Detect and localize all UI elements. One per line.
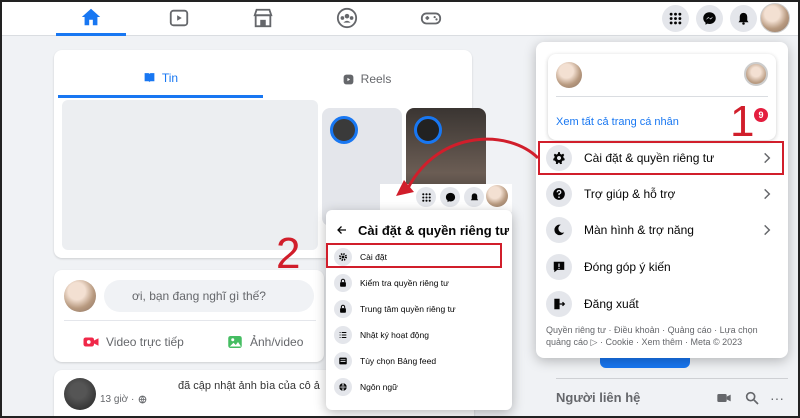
account-avatar-button[interactable]	[760, 3, 790, 33]
menu-item-help-support[interactable]: Trợ giúp & hỗ trợ	[540, 176, 784, 212]
highlight-box-step-1	[538, 141, 784, 175]
help-icon	[546, 181, 572, 207]
story-preview-area[interactable]	[62, 100, 318, 250]
photo-video-button[interactable]: Ảnh/video	[226, 328, 303, 356]
divider	[64, 320, 316, 321]
list-icon	[334, 326, 352, 344]
submenu-item-language[interactable]: Ngôn ngữ	[334, 375, 504, 399]
account-dropdown: Xem tất cả trang cá nhân 9 Cài đặt & quy…	[536, 42, 788, 358]
submenu-item-label: Ngôn ngữ	[360, 382, 398, 392]
logout-icon	[546, 291, 572, 317]
live-video-icon	[83, 337, 99, 347]
chevron-right-icon	[764, 224, 771, 236]
chevron-right-icon	[764, 188, 771, 200]
contacts-title: Người liên hệ	[556, 390, 641, 405]
post-time-label: 13 giờ ·	[100, 394, 135, 405]
notifications-button[interactable]	[730, 5, 757, 32]
globe-icon	[334, 378, 352, 396]
messenger-button[interactable]	[440, 187, 460, 207]
submenu-item-label: Tùy chọn Bảng feed	[360, 356, 437, 366]
submenu-item-activity-log[interactable]: Nhật ký hoạt động	[334, 323, 504, 347]
step-number-2: 2	[276, 229, 301, 278]
menu-item-feedback[interactable]: Đóng góp ý kiến	[540, 249, 784, 285]
feedback-icon	[546, 254, 572, 280]
nav-tab-video[interactable]	[144, 0, 214, 36]
groups-icon	[336, 7, 358, 29]
globe-icon	[139, 395, 147, 404]
story-avatar	[330, 116, 358, 144]
settings-privacy-submenu: Cài đặt & quyền riêng tư Cài đặt Kiểm tr…	[326, 210, 512, 410]
live-video-button[interactable]: Video trực tiếp	[82, 328, 184, 356]
submenu-item-feed-preferences[interactable]: Tùy chọn Bảng feed	[334, 349, 504, 373]
tab-reels-label: Reels	[360, 72, 392, 86]
marketplace-icon	[253, 8, 273, 28]
menu-item-label: Màn hình & trợ năng	[584, 223, 694, 237]
video-icon	[169, 9, 189, 27]
step-number-1: 1	[730, 97, 755, 146]
moon-icon	[546, 217, 572, 243]
lock-icon	[334, 274, 352, 292]
menu-button[interactable]	[416, 187, 436, 207]
notifications-icon	[470, 192, 478, 200]
gaming-icon	[420, 12, 442, 25]
messenger-icon	[703, 12, 716, 25]
nav-tab-gaming[interactable]	[396, 0, 466, 36]
tab-reels[interactable]: Reels	[264, 60, 469, 98]
menu-item-label: Đăng xuất	[584, 297, 639, 311]
post-text: đã cập nhật ảnh bìa của cô ả	[178, 380, 320, 392]
reels-icon	[343, 74, 354, 84]
nav-tab-home[interactable]	[56, 0, 126, 36]
lock-icon	[334, 300, 352, 318]
submenu-item-privacy-checkup[interactable]: Kiểm tra quyền riêng tư	[334, 271, 504, 295]
feed-icon	[334, 352, 352, 370]
back-arrow-icon[interactable]	[336, 224, 348, 236]
avatar	[556, 62, 582, 88]
home-icon	[81, 8, 101, 25]
tab-stories[interactable]: Tin	[58, 60, 263, 98]
footer-links[interactable]: Quyền riêng tư · Điều khoản · Quảng cáo …	[546, 324, 780, 348]
avatar	[64, 280, 96, 312]
menu-item-logout[interactable]: Đăng xuất	[540, 286, 784, 322]
messenger-button[interactable]	[696, 5, 723, 32]
menu-item-label: Trợ giúp & hỗ trợ	[584, 187, 676, 201]
story-avatar	[414, 116, 442, 144]
composer-input[interactable]: ơi, bạn đang nghĩ gì thế?	[104, 280, 314, 312]
tab-stories-label: Tin	[161, 70, 179, 85]
submenu-item-label: Kiểm tra quyền riêng tư	[360, 278, 449, 288]
see-all-profiles-link[interactable]: Xem tất cả trang cá nhân	[556, 116, 679, 128]
post-composer: ơi, bạn đang nghĩ gì thế? Video trực tiế…	[54, 270, 324, 362]
menu-item-label: Đóng góp ý kiến	[584, 260, 671, 274]
menu-item-display-accessibility[interactable]: Màn hình & trợ năng	[540, 212, 784, 248]
menu-grid-icon	[421, 192, 431, 202]
notifications-button[interactable]	[464, 187, 484, 207]
top-navigation-bar	[0, 0, 800, 36]
post-timestamp[interactable]: 13 giờ ·	[100, 394, 147, 405]
submenu-item-label: Trung tâm quyền riêng tư	[360, 304, 456, 314]
highlight-box-step-2	[326, 243, 502, 268]
submenu-title: Cài đặt & quyền riêng tư	[358, 222, 509, 238]
submenu-item-label: Nhật ký hoạt động	[360, 330, 429, 340]
nav-tab-marketplace[interactable]	[228, 0, 298, 36]
submenu-item-privacy-center[interactable]: Trung tâm quyền riêng tư	[334, 297, 504, 321]
menu-button[interactable]	[662, 5, 689, 32]
mini-top-bar	[380, 184, 512, 212]
avatar[interactable]	[64, 378, 96, 410]
submenu-header: Cài đặt & quyền riêng tư	[336, 218, 509, 242]
account-avatar-button[interactable]	[486, 185, 508, 207]
nav-tab-groups[interactable]	[312, 0, 382, 36]
switch-profile-icon[interactable]	[744, 62, 768, 86]
book-icon	[144, 73, 155, 83]
notifications-icon	[738, 12, 749, 25]
search-icon[interactable]	[744, 390, 760, 406]
messenger-icon	[445, 192, 455, 202]
divider	[556, 378, 788, 379]
menu-grid-icon	[669, 12, 682, 25]
notification-badge: 9	[754, 108, 768, 122]
photo-icon	[228, 336, 242, 348]
more-options-icon[interactable]: ···	[770, 390, 784, 406]
photo-video-label: Ảnh/video	[250, 335, 304, 349]
live-video-label: Video trực tiếp	[106, 335, 184, 349]
video-call-icon[interactable]	[716, 390, 732, 406]
